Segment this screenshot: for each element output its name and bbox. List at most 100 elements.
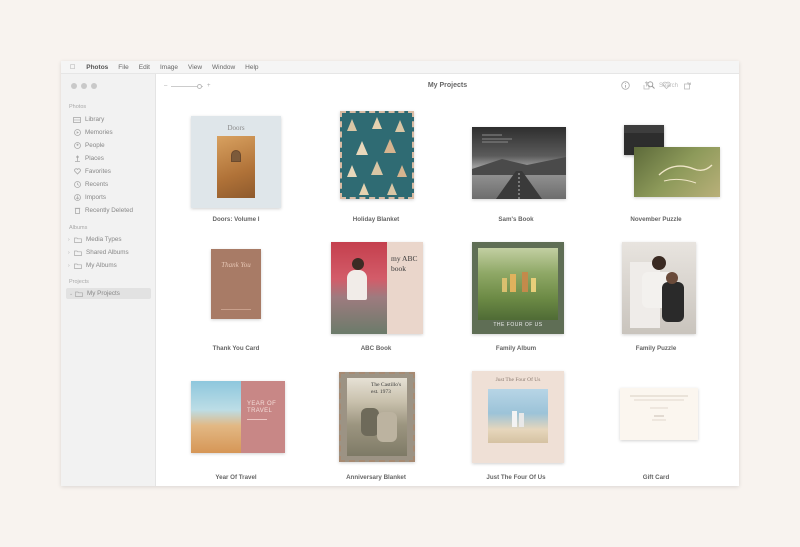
road-photo	[472, 134, 566, 199]
close-window-button[interactable]	[71, 83, 77, 89]
cover-title: Just The Four Of Us	[495, 377, 541, 383]
sidebar-item-my-albums[interactable]: › My Albums	[68, 260, 146, 271]
sidebar-item-label: Library	[85, 116, 105, 123]
cover-title: The Castillo's est. 1973	[371, 382, 402, 395]
cover-title: Thank You	[221, 261, 251, 269]
project-november-puzzle[interactable]: November Puzzle	[586, 103, 726, 223]
apple-icon[interactable]: 	[70, 64, 75, 71]
sidebar-item-label: My Projects	[87, 290, 120, 297]
puzzle-photo	[658, 164, 713, 184]
project-caption: Thank You Card	[212, 345, 260, 352]
project-thumbnail: Thank You	[211, 249, 261, 319]
project-caption: Doors: Volume I	[212, 216, 260, 223]
project-abc-book[interactable]: my ABC book ABC Book	[306, 232, 446, 352]
sidebar-item-label: Recents	[85, 181, 109, 188]
shared-folder-icon	[74, 249, 82, 256]
project-thank-you-card[interactable]: Thank You Thank You Card	[166, 232, 306, 352]
sidebar-item-media-types[interactable]: › Media Types	[68, 234, 146, 245]
menu-help[interactable]: Help	[245, 64, 258, 71]
sidebar-item-library[interactable]: Library	[73, 114, 151, 125]
project-thumbnail: Doors	[191, 116, 281, 208]
sidebar-item-shared-albums[interactable]: › Shared Albums	[68, 247, 146, 258]
places-icon	[73, 155, 81, 162]
search-icon	[647, 80, 655, 91]
chevron-right-icon[interactable]: ›	[68, 263, 72, 269]
cover-title: YEAR OF TRAVEL	[247, 401, 277, 414]
import-icon	[73, 194, 81, 201]
tree-pattern	[347, 117, 407, 195]
project-year-of-travel[interactable]: YEAR OF TRAVEL Year Of Travel	[166, 361, 306, 481]
heart-icon	[73, 168, 81, 175]
project-caption: Gift Card	[642, 474, 670, 481]
section-title-albums: Albums	[69, 225, 88, 231]
zoom-window-button[interactable]	[91, 83, 97, 89]
minimize-window-button[interactable]	[81, 83, 87, 89]
toolbar: – + My Projects Search	[156, 74, 739, 98]
sidebar-item-my-projects[interactable]: ⌄ My Projects	[66, 288, 151, 299]
clock-icon	[73, 181, 81, 188]
gift-card-text	[630, 395, 688, 421]
library-icon	[73, 116, 81, 123]
menu-image[interactable]: Image	[160, 64, 178, 71]
sidebar-item-recents[interactable]: Recents	[73, 179, 151, 190]
project-caption: ABC Book	[360, 345, 392, 352]
sidebar-item-recently-deleted[interactable]: Recently Deleted	[73, 205, 151, 216]
project-thumbnail	[634, 147, 720, 197]
folder-icon	[75, 290, 83, 297]
project-caption: November Puzzle	[630, 216, 682, 223]
beach-photo	[488, 389, 548, 443]
sidebar-item-label: Places	[85, 155, 104, 162]
chevron-down-icon[interactable]: ⌄	[69, 291, 73, 297]
sidebar-item-label: Memories	[85, 129, 113, 136]
sidebar-item-label: Recently Deleted	[85, 207, 133, 214]
project-gift-card[interactable]: Gift Card	[586, 361, 726, 481]
sidebar-item-people[interactable]: People	[73, 140, 151, 151]
project-thumbnail: YEAR OF TRAVEL	[191, 381, 285, 453]
sidebar-item-label: My Albums	[86, 262, 117, 269]
project-thumbnail: THE FOUR OF US	[472, 242, 564, 334]
section-title-photos: Photos	[69, 104, 87, 110]
sidebar-item-label: Media Types	[86, 236, 122, 243]
sidebar-item-places[interactable]: Places	[73, 153, 151, 164]
menu-view[interactable]: View	[188, 64, 202, 71]
project-doors-volume-i[interactable]: Doors Doors: Volume I	[166, 103, 306, 223]
project-anniversary-blanket[interactable]: The Castillo's est. 1973 Anniversary Bla…	[306, 361, 446, 481]
project-thumbnail	[620, 388, 698, 440]
search-placeholder: Search	[659, 82, 679, 89]
menu-photos[interactable]: Photos	[86, 64, 108, 71]
menu-window[interactable]: Window	[212, 64, 235, 71]
chevron-right-icon[interactable]: ›	[68, 250, 72, 256]
abc-photo	[331, 242, 387, 334]
desert-photo	[191, 381, 241, 453]
photos-window:  Photos File Edit Image View Window Hel…	[61, 61, 739, 486]
project-thumbnail	[472, 127, 566, 199]
family-photo	[478, 248, 558, 320]
project-family-puzzle[interactable]: Family Puzzle	[586, 232, 726, 352]
sidebar-item-label: Favorites	[85, 168, 111, 175]
sidebar-item-favorites[interactable]: Favorites	[73, 166, 151, 177]
project-holiday-blanket[interactable]: Holiday Blanket	[306, 103, 446, 223]
project-thumbnail: Just The Four Of Us	[472, 371, 564, 463]
project-caption: Family Puzzle	[635, 345, 677, 352]
cover-title: my ABC book	[391, 254, 418, 273]
project-thumbnail: my ABC book	[331, 242, 423, 334]
info-icon[interactable]	[621, 81, 630, 90]
project-caption: Sam's Book	[498, 216, 534, 223]
sidebar-item-memories[interactable]: Memories	[73, 127, 151, 138]
project-just-the-four-of-us[interactable]: Just The Four Of Us Just The Four Of Us	[446, 361, 586, 481]
window-controls	[71, 83, 97, 89]
chevron-right-icon[interactable]: ›	[68, 237, 72, 243]
project-family-album[interactable]: THE FOUR OF US Family Album	[446, 232, 586, 352]
project-sams-book[interactable]: Sam's Book	[446, 103, 586, 223]
project-thumbnail: The Castillo's est. 1973	[339, 372, 415, 462]
project-caption: Family Album	[495, 345, 537, 352]
menu-bar:  Photos File Edit Image View Window Hel…	[61, 61, 739, 74]
menu-file[interactable]: File	[118, 64, 128, 71]
folder-icon	[74, 236, 82, 243]
project-caption: Anniversary Blanket	[346, 474, 406, 481]
sidebar-item-label: Imports	[85, 194, 106, 201]
search-field[interactable]: Search	[647, 80, 727, 91]
sidebar-item-imports[interactable]: Imports	[73, 192, 151, 203]
menu-edit[interactable]: Edit	[139, 64, 150, 71]
project-caption: Holiday Blanket	[352, 216, 400, 223]
